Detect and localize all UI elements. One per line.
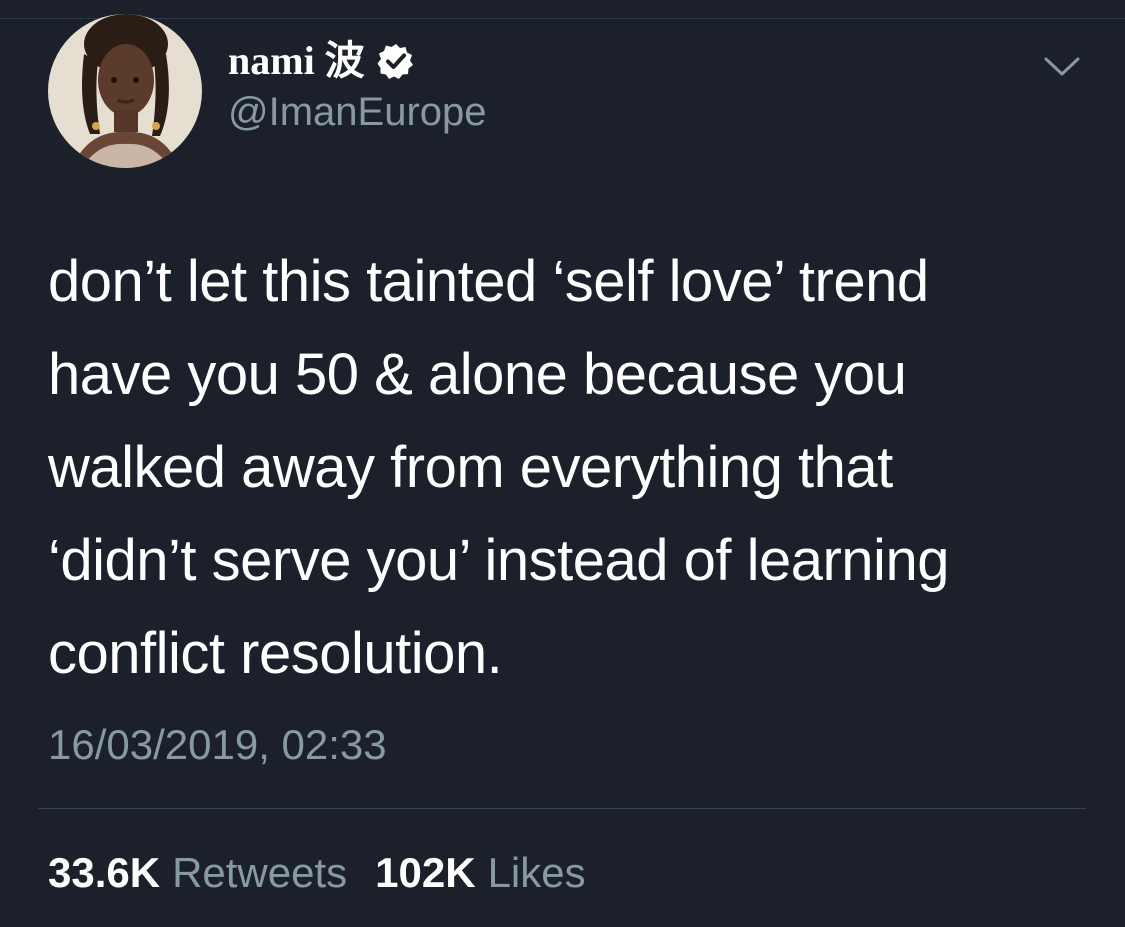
tweet-detail-screen: nami 波 @ImanEurope don’t let this tainte… xyxy=(0,0,1125,927)
verified-badge-icon xyxy=(377,44,413,79)
likes-label: Likes xyxy=(487,849,586,896)
likes-stat[interactable]: 102K Likes xyxy=(375,848,585,898)
display-name[interactable]: nami 波 xyxy=(228,41,365,81)
retweets-label: Retweets xyxy=(172,849,348,896)
user-handle[interactable]: @ImanEurope xyxy=(228,88,487,136)
display-name-row: nami 波 xyxy=(228,36,415,86)
profile-photo xyxy=(48,14,202,168)
top-divider xyxy=(0,18,1125,19)
retweets-count: 33.6K xyxy=(48,849,161,896)
tweet-text-line: conflict resolution. xyxy=(48,621,503,686)
tweet-text: don’t let this tainted ‘self love’ trend… xyxy=(48,235,1058,700)
stats-divider xyxy=(38,808,1086,809)
tweet-text-line: ‘didn’t serve you’ instead of learning xyxy=(48,528,949,593)
tweet-text-line: have you 50 & alone because you xyxy=(48,342,907,407)
tweet-timestamp: 16/03/2019, 02:33 xyxy=(48,721,387,768)
retweets-stat[interactable]: 33.6K Retweets xyxy=(48,848,347,898)
avatar[interactable] xyxy=(48,14,202,168)
likes-count: 102K xyxy=(375,849,476,896)
tweet-menu-button[interactable] xyxy=(1042,50,1082,84)
tweet-text-line: don’t let this tainted ‘self love’ trend xyxy=(48,249,929,314)
engagement-stats: 33.6K Retweets 102K Likes xyxy=(48,848,586,898)
tweet-text-line: walked away from everything that xyxy=(48,435,893,500)
chevron-down-icon xyxy=(1044,57,1080,76)
